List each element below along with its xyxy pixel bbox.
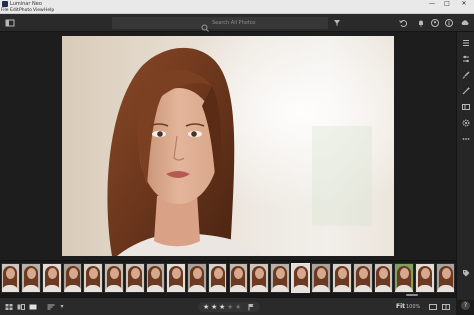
before-after-icon[interactable] (441, 302, 451, 312)
compare-icon[interactable] (16, 302, 26, 312)
tag-icon[interactable] (461, 268, 471, 278)
single-view-icon[interactable] (28, 302, 38, 312)
settings-icon[interactable] (461, 118, 471, 128)
search-icon (200, 18, 210, 32)
search-placeholder: Search All Photos (212, 20, 256, 26)
layers-icon[interactable] (461, 38, 471, 48)
zoom-level[interactable]: 100% (406, 302, 420, 312)
minimize-button[interactable]: — (426, 0, 438, 8)
maximize-button[interactable]: □ (441, 0, 453, 8)
filmstrip-thumbnail[interactable] (332, 263, 352, 293)
filmstrip-thumbnail[interactable] (187, 263, 207, 293)
filmstrip-thumbnail[interactable] (290, 263, 311, 293)
export-icon[interactable] (460, 18, 470, 28)
search-field[interactable]: Search All Photos (112, 17, 328, 32)
star-filled-icon[interactable]: ★ (211, 302, 217, 312)
star-empty-icon[interactable]: ★ (235, 302, 241, 312)
fullscreen-icon[interactable] (428, 302, 438, 312)
title-bar: Luminar Neo — □ ✕ (0, 0, 474, 8)
info-icon[interactable] (444, 18, 454, 28)
more-icon[interactable] (461, 134, 471, 144)
bell-icon[interactable] (416, 18, 426, 28)
filmstrip-thumbnail[interactable] (435, 263, 456, 293)
brush-icon[interactable] (461, 70, 471, 80)
filmstrip-thumbnail[interactable] (21, 263, 41, 293)
filmstrip-thumbnail[interactable] (145, 263, 166, 293)
filmstrip-thumbnail[interactable] (311, 263, 332, 293)
filmstrip-thumbnail[interactable] (373, 263, 394, 293)
star-filled-icon[interactable]: ★ (203, 302, 209, 312)
bottom-bar: ▾ ★ ★ ★ ★ ★ Fit 100% (0, 297, 456, 315)
image-canvas[interactable] (0, 32, 456, 260)
star-empty-icon[interactable]: ★ (227, 302, 233, 312)
close-button[interactable]: ✕ (458, 0, 470, 8)
filmstrip-thumbnail[interactable] (83, 263, 104, 293)
undo-icon[interactable] (398, 18, 408, 28)
catalog-icon[interactable] (461, 102, 471, 112)
filmstrip-thumbnail[interactable] (394, 263, 415, 293)
filmstrip-thumbnail[interactable] (166, 263, 187, 293)
filmstrip-thumbnail[interactable] (249, 263, 269, 293)
window-title: Luminar Neo (10, 1, 42, 7)
chevron-down-icon[interactable]: ▾ (57, 302, 67, 312)
filmstrip-thumbnail[interactable] (41, 263, 62, 293)
filmstrip-scroll-thumb[interactable] (406, 294, 418, 296)
main-photo (62, 36, 394, 256)
filmstrip-thumbnail[interactable] (124, 263, 145, 293)
funnel-icon[interactable] (332, 18, 342, 28)
app-logo-icon (2, 1, 8, 7)
filmstrip-thumbnail[interactable] (0, 263, 21, 293)
sort-icon[interactable] (46, 302, 56, 312)
filmstrip-thumbnail[interactable] (62, 263, 83, 293)
filmstrip (0, 260, 456, 294)
filmstrip-thumbnail[interactable] (104, 263, 124, 293)
flag-icon[interactable] (246, 302, 256, 312)
panel-toggle-icon[interactable] (5, 18, 15, 28)
filmstrip-thumbnail[interactable] (352, 263, 373, 293)
filmstrip-thumbnail[interactable] (415, 263, 435, 293)
filmstrip-thumbnail[interactable] (269, 263, 290, 293)
sliders-icon[interactable] (461, 54, 471, 64)
grid-icon[interactable] (4, 302, 14, 312)
filmstrip-thumbnail[interactable] (228, 263, 249, 293)
star-filled-icon[interactable]: ★ (219, 302, 225, 312)
wand-icon[interactable] (461, 86, 471, 96)
top-toolbar: Search All Photos (0, 14, 474, 32)
zoom-fit-label[interactable]: Fit (396, 302, 405, 312)
account-icon[interactable] (430, 18, 440, 28)
tools-panel (456, 32, 474, 300)
filmstrip-thumbnail[interactable] (207, 263, 228, 293)
help-button[interactable]: ? (461, 301, 470, 310)
